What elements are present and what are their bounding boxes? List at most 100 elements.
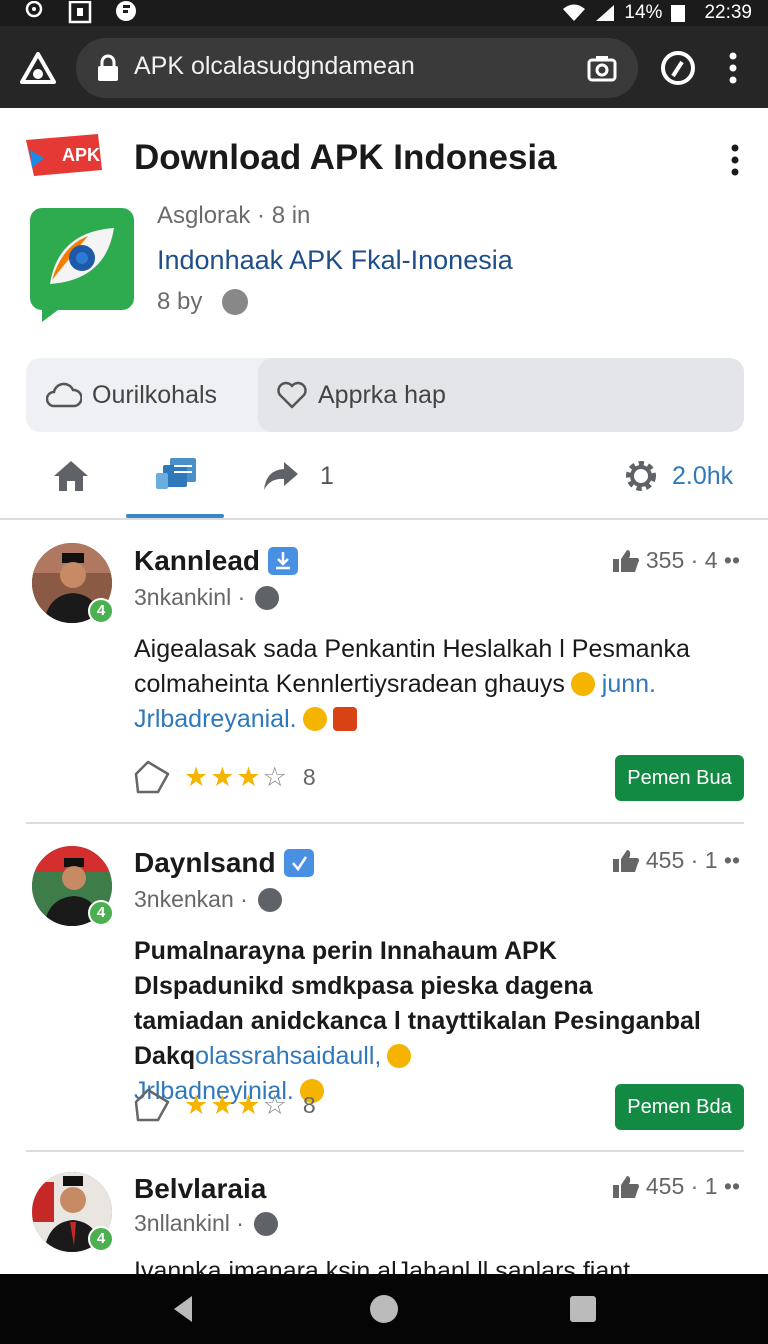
app-icon[interactable] [28,206,136,324]
star-rating: ★★★☆ [184,761,289,792]
author-name: Kannlead [134,545,261,576]
favorite-button[interactable]: Apprka hap [258,358,744,432]
app-name-link[interactable]: Indonhaak APK Fkal-Inonesia [157,245,513,276]
location-pin-icon [222,289,249,315]
heart-icon [277,381,307,409]
tab-share[interactable]: 1 [262,454,334,498]
wifi-icon [563,4,586,21]
system-nav-bar [0,1274,768,1344]
tab-settings[interactable]: 2.0hk [622,454,733,498]
post-divider [26,1150,744,1152]
share-count: 1 [320,461,334,490]
post-action-button[interactable]: Pemen Bda [615,1084,744,1130]
browser-toolbar: APK olcalasudgndamean [0,26,768,108]
likes-count: 455 · 1 •• [645,1173,740,1199]
rating-count: 8 [302,1091,316,1118]
post-sub-text: 3nkankinl · [134,584,246,610]
cloud-icon [46,382,82,408]
grin-emoji-icon [570,672,595,696]
notification-icon [68,1,92,24]
cloud-button-label: Ourilkohals [92,380,218,409]
tabs-icon[interactable] [658,48,698,88]
smile-emoji-icon [302,707,327,731]
page-title: Download APK Indonesia [134,138,557,177]
rating-row: ★★★☆ 8 [134,1088,316,1122]
post-author[interactable]: Kannlead [134,545,299,577]
status-bar: 14% 22:39 [0,0,768,26]
globe-icon [257,887,282,912]
globe-icon [253,1211,278,1236]
favorite-button-label: Apprka hap [318,380,446,409]
app-meta: Asglorak · 8 in [157,202,311,229]
more-options-icon[interactable] [718,140,752,180]
action-bar: Ourilkohals Apprka hap [26,358,744,432]
app-by-text: 8 by [157,288,203,315]
feed-tab-icon [156,458,196,489]
post-link[interactable]: junn. [602,670,656,698]
post-action-button[interactable]: Pemen Bua [615,755,744,801]
signal-icon [596,5,615,21]
post-link[interactable]: olassrahsaidaull, [195,1042,381,1070]
recents-icon[interactable] [566,1292,600,1326]
thumbs-up-icon [612,1175,639,1198]
app-by-row: 8 by [157,288,249,316]
likes-row[interactable]: 455 · 1 •• [612,1173,740,1200]
thumbs-up-icon [612,849,639,872]
post-sub-text: 3nllankinl · [134,1210,244,1236]
post-body: Ivannka imanara ksin alJahanl ll sanlars… [134,1252,734,1274]
level-badge: 4 [88,900,114,926]
post-body: Aigealasak sada Penkantin Heslalkah l Pe… [134,632,734,737]
flag-emoji-icon [332,707,357,731]
battery-percent: 14% [624,2,663,23]
rating-count: 8 [302,763,316,790]
settings-stat: 2.0hk [672,461,734,490]
level-badge: 4 [88,1226,114,1252]
post-author[interactable]: Belvlaraia [134,1173,266,1205]
author-name: Daynlsand [134,847,276,878]
url-bar[interactable]: APK olcalasudgndamean [76,38,638,98]
star-rating: ★★★☆ [184,1089,289,1120]
post-sub-text: 3nkenkan · [134,886,248,912]
clock: 22:39 [704,2,752,23]
likes-row[interactable]: 355 · 4 •• [612,547,740,574]
post-subtitle: 3nllankinl · [134,1210,278,1237]
cloud-button[interactable]: Ourilkohals [26,358,258,432]
likes-count: 455 · 1 •• [645,847,740,873]
author-name: Belvlaraia [134,1173,267,1204]
rating-row: ★★★☆ 8 [134,760,316,794]
post-subtitle: 3nkankinl · [134,584,280,611]
verified-badge-icon [283,849,314,877]
share-icon [264,462,298,490]
download-badge-icon [268,547,299,575]
post-hashtag[interactable]: Jrlbadreyanial. [134,705,297,733]
tab-home[interactable] [52,454,90,498]
cry-emoji-icon [387,1044,412,1068]
apk-logo[interactable]: APK [22,130,106,180]
back-icon[interactable] [166,1292,200,1326]
gear-icon [626,461,656,491]
camera-icon[interactable] [586,52,618,84]
post-subtitle: 3nkenkan · [134,886,282,913]
post-divider [26,822,744,824]
tab-feed[interactable] [154,454,198,498]
tag-icon[interactable] [134,760,170,794]
app-notification-icon [116,1,136,21]
svg-text:APK: APK [62,145,100,165]
browser-menu-icon[interactable] [718,48,748,88]
url-text[interactable]: APK olcalasudgndamean [134,52,415,81]
likes-row[interactable]: 455 · 1 •• [612,847,740,874]
battery-icon [671,5,686,22]
post-author[interactable]: Daynlsand [134,847,314,879]
lock-icon [98,54,118,81]
home-tab-icon [54,461,88,491]
active-tab-indicator [126,514,224,518]
home-nav-icon[interactable] [367,1292,401,1326]
likes-count: 355 · 4 •• [645,547,740,573]
post-body: Pumalnarayna perin Innahaum APK Dlspadun… [134,934,704,1109]
tag-icon[interactable] [134,1088,170,1122]
post-text: Ivannka imanara ksin alJahanl ll sanlars… [134,1257,644,1274]
level-badge: 4 [88,598,114,624]
tab-row: 1 2.0hk [0,440,768,520]
home-icon[interactable] [18,48,58,88]
hotspot-icon [25,1,43,18]
